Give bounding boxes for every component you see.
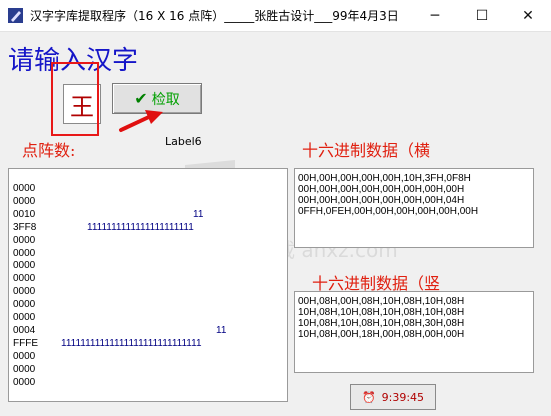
maximize-button[interactable]: ☐ [459, 0, 505, 31]
window-title: 汉字字库提取程序（16 X 16 点阵）_____张胜古设计___99年4月3日 [30, 9, 399, 23]
hex-line: 00H,08H,00H,08H,10H,08H,10H,08H [298, 296, 465, 307]
matrix-row-hex: 0000 [13, 312, 36, 323]
label6: Label6 [165, 135, 202, 148]
matrix-row-hex: 0000 [13, 183, 36, 194]
red-arrow-icon [119, 110, 163, 132]
highlight-box [51, 62, 99, 136]
time-button[interactable]: ⏰ 9:39:45 [350, 384, 436, 410]
matrix-row-hex: 0000 [13, 260, 36, 272]
matrix-row-hex: 0000 [13, 247, 36, 259]
matrix-row-hex: 0000 [13, 376, 36, 388]
app-icon [8, 8, 23, 23]
matrix-row-hex: 0000 [13, 350, 36, 362]
hex-line: 00H,00H,00H,00H,00H,10H,3FH,0F8H [298, 173, 471, 184]
close-button[interactable]: ✕ [505, 0, 551, 31]
matrix-row-hex: 0000 [13, 234, 36, 246]
matrix-row-bits: 11 [193, 208, 204, 220]
matrix-row-hex: 0000 [13, 195, 36, 207]
checkmark-icon: ✔ [134, 89, 148, 108]
matrix-row-bits: 11111111111111111111111111111 [61, 337, 202, 349]
hex-horizontal-box: 00H,00H,00H,00H,00H,10H,3FH,0F8H 00H,00H,… [294, 168, 534, 248]
matrix-row-hex: 3FF8 [13, 221, 37, 233]
hex-line: 10H,08H,00H,18H,00H,08H,00H,00H [298, 329, 465, 340]
hex-line: 10H,08H,10H,08H,10H,08H,30H,08H [298, 318, 465, 329]
matrix-label: 点阵数: [22, 141, 76, 160]
hex-line: 00H,00H,00H,00H,00H,00H,00H,00H [298, 184, 465, 195]
clock-icon: ⏰ [361, 390, 376, 404]
matrix-row-hex: 0000 [13, 286, 36, 298]
matrix-row-bits: 1111111111111111111111 [87, 221, 194, 233]
matrix-row-hex: 0000 [13, 299, 36, 311]
hex-line: 00H,00H,00H,00H,00H,00H,00H,04H [298, 195, 465, 206]
hex-line: 0FFH,0FEH,00H,00H,00H,00H,00H,00H [298, 206, 479, 217]
dot-matrix-display: 0000 0000 0010 11 3FF8 1111111111111111111111… [8, 168, 288, 402]
hex-line: 10H,08H,10H,08H,10H,08H,10H,08H [298, 307, 465, 318]
hex-vertical-box: 00H,08H,00H,08H,10H,08H,10H,08H 10H,08H,1… [294, 291, 534, 373]
matrix-row-hex: FFFE [13, 337, 38, 349]
matrix-row-hex: 0004 [13, 324, 36, 336]
title-bar: 汉字字库提取程序（16 X 16 点阵）_____张胜古设计___99年4月3日… [0, 0, 551, 32]
time-label: 9:39:45 [381, 390, 425, 404]
matrix-row-hex: 0000 [13, 273, 36, 285]
minimize-button[interactable]: ─ [412, 0, 458, 31]
matrix-row-hex: 0010 [13, 208, 36, 220]
extract-button-label: 检取 [151, 91, 180, 108]
hex-horizontal-label: 十六进制数据（横 [302, 141, 431, 160]
matrix-row-bits: 11 [216, 324, 227, 336]
matrix-row-hex: 0000 [13, 363, 36, 375]
